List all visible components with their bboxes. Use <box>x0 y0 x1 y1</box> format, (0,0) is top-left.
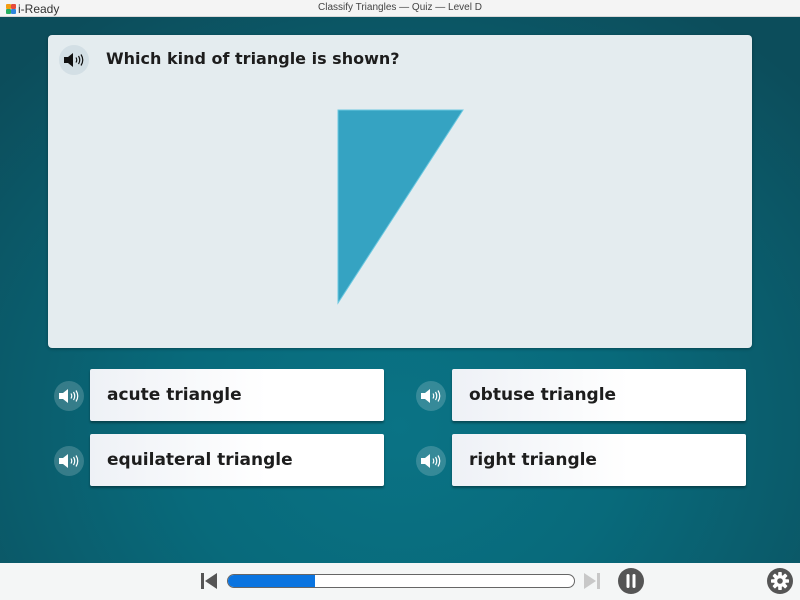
speaker-icon <box>59 454 79 468</box>
triangle-figure <box>337 109 464 305</box>
quiz-stage: Which kind of triangle is shown? acute t… <box>0 17 800 563</box>
pause-button[interactable] <box>618 568 644 598</box>
skip-forward-icon <box>584 573 600 589</box>
speaker-icon <box>421 454 441 468</box>
settings-button[interactable] <box>767 568 793 598</box>
skip-back-button[interactable] <box>200 572 218 594</box>
title-bar: i-Ready Classify Triangles — Quiz — Leve… <box>0 0 800 17</box>
pause-icon <box>618 568 644 594</box>
skip-back-icon <box>201 573 217 589</box>
gear-icon <box>767 568 793 594</box>
question-card: Which kind of triangle is shown? <box>48 35 752 348</box>
skip-forward-button[interactable] <box>583 572 601 594</box>
answer-audio-button-equilateral[interactable] <box>54 446 84 476</box>
speaker-icon <box>59 389 79 403</box>
answer-option-right[interactable]: right triangle <box>452 434 746 486</box>
speaker-icon <box>421 389 441 403</box>
answer-option-acute[interactable]: acute triangle <box>90 369 384 421</box>
triangle-shape <box>337 109 464 305</box>
answer-audio-button-acute[interactable] <box>54 381 84 411</box>
answer-audio-button-obtuse[interactable] <box>416 381 446 411</box>
window-title: Classify Triangles — Quiz — Level D <box>318 2 482 13</box>
progress-fill <box>228 575 315 587</box>
answer-option-obtuse[interactable]: obtuse triangle <box>452 369 746 421</box>
progress-bar <box>227 574 575 588</box>
player-controls <box>0 563 800 600</box>
answer-option-equilateral[interactable]: equilateral triangle <box>90 434 384 486</box>
answer-audio-button-right[interactable] <box>416 446 446 476</box>
